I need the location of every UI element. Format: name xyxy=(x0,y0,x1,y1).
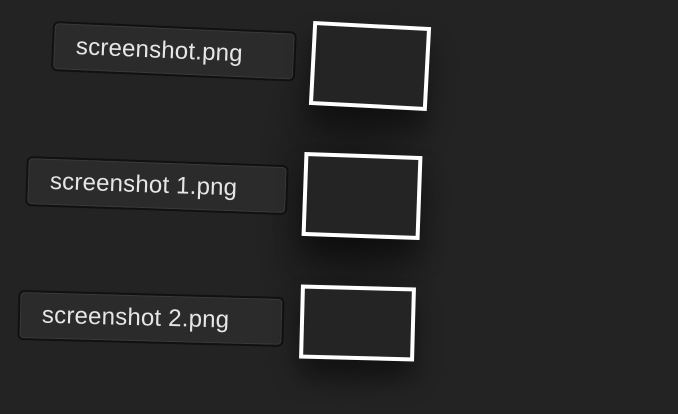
desktop: screenshot.png screenshot 1.png screensh… xyxy=(0,0,678,414)
image-thumbnail-icon[interactable] xyxy=(301,151,423,241)
image-thumbnail-icon[interactable] xyxy=(299,284,416,362)
file-name-label[interactable]: screenshot 1.png xyxy=(25,156,289,216)
file-name-label[interactable]: screenshot 2.png xyxy=(17,290,285,347)
image-thumbnail-icon[interactable] xyxy=(308,20,432,112)
file-name-label[interactable]: screenshot.png xyxy=(50,21,297,82)
